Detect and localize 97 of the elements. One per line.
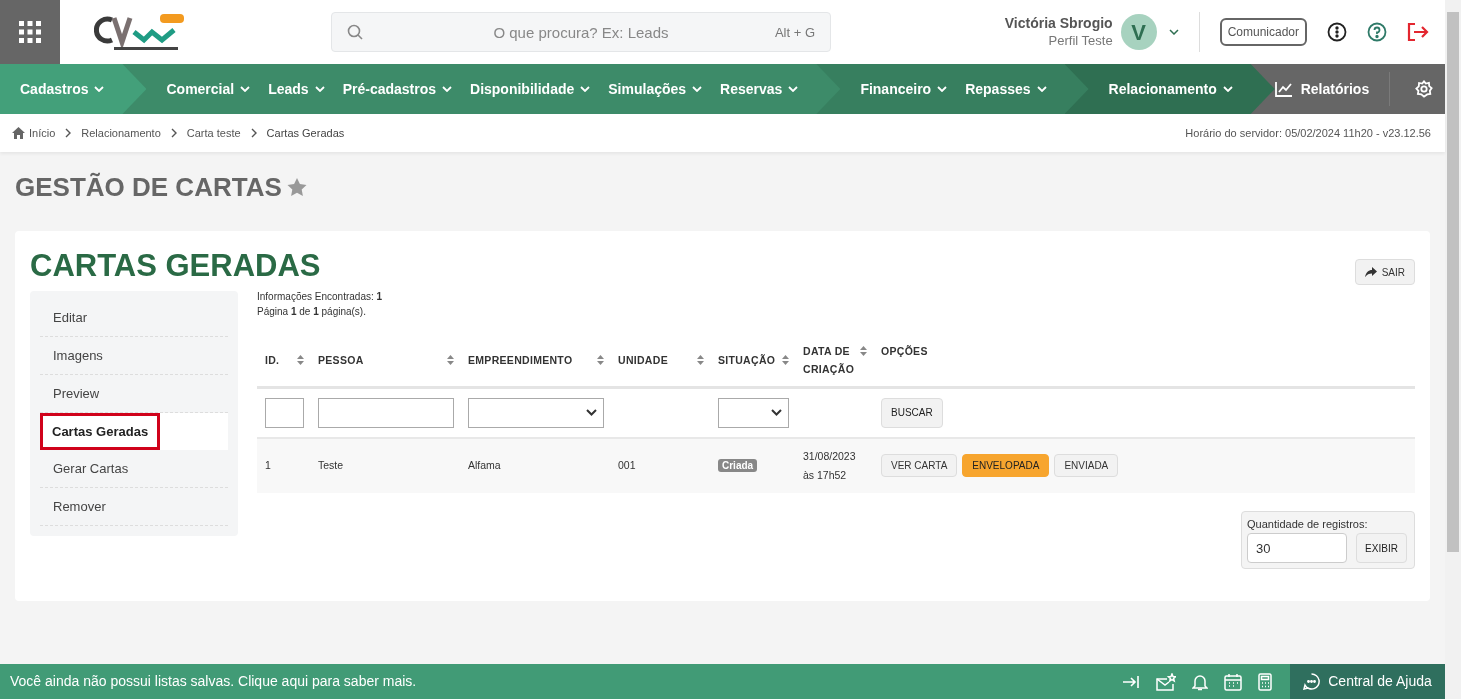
chat-bubble-icon [1303,673,1321,690]
column-header: EMPREENDIMENTO [468,353,573,369]
chevron-down-icon [442,86,453,92]
table-cell: 001 [618,459,636,472]
reports-link[interactable]: Relatórios [1274,78,1390,100]
menu-item[interactable]: Relacionamento [1108,78,1233,100]
apps-menu-button[interactable] [0,0,60,64]
sort-icon[interactable] [597,355,604,366]
chevron-down-icon [1222,86,1233,92]
sort-icon[interactable] [860,346,867,357]
records-input[interactable]: 30 [1247,533,1347,563]
chevron-down-icon [788,86,799,92]
calculator-icon[interactable] [1258,672,1272,691]
breadcrumb-link[interactable]: Carta teste [186,124,241,142]
favorite-star-icon[interactable] [286,178,307,197]
communicator-button[interactable]: Comunicador [1219,18,1307,46]
action-button[interactable]: ENVELOPADA [962,454,1050,477]
breadcrumb-link[interactable]: Cartas Geradas [266,124,345,142]
column-header: OPÇÕES [881,344,928,360]
column-header: SITUAÇÃO [718,353,776,369]
table-cell-text: 31/08/2023 [803,448,857,464]
page-title: GESTÃO DE CARTAS [15,171,282,204]
envelope-star-icon[interactable] [1156,672,1176,691]
chevron-right-icon [170,128,177,138]
menu-item[interactable]: Comercial [166,78,251,100]
arrow-to-line-icon[interactable] [1122,674,1140,689]
menu-item[interactable]: Simulações [608,78,703,100]
user-avatar[interactable]: V [1120,14,1157,50]
server-time: Horário do servidor: 05/02/2024 11h20 - v23.12.56 [1185,125,1432,141]
filter-select[interactable] [468,397,604,428]
chevron-down-icon [586,409,597,416]
results-summary: Página 1 de 1 página(s). [257,305,367,319]
calendar-icon[interactable] [1224,672,1242,691]
column-header: ID. [265,353,280,369]
chevron-down-icon [240,86,251,92]
chevron-down-icon [1036,86,1047,92]
side-menu-item[interactable]: Preview [53,383,100,404]
menu-item[interactable]: Disponibilidade [470,78,591,100]
home-icon [12,127,25,139]
breadcrumb-link[interactable]: Relacionamento [81,124,161,142]
logout-icon[interactable] [1407,22,1429,42]
search-button[interactable]: BUSCAR [881,397,943,428]
filter-input[interactable] [265,397,304,428]
chevron-down-icon [771,409,782,416]
sort-icon[interactable] [782,355,789,366]
column-header: PESSOA [318,353,364,369]
chevron-down-icon[interactable] [1168,29,1179,35]
action-button[interactable]: ENVIADA [1054,454,1119,477]
card-title: CARTAS GERADAS [30,250,321,281]
line-chart-icon [1274,81,1293,97]
menu-item[interactable]: Leads [268,78,325,100]
grid-icon [19,21,41,43]
menu-item[interactable]: Pré-cadastros [342,78,453,100]
user-profile: Perfil Teste [1048,32,1113,49]
exit-button[interactable]: SAIR [1354,259,1415,285]
side-menu-item[interactable]: Gerar Cartas [53,458,129,479]
side-menu-item[interactable]: Imagens [53,345,103,366]
chevron-down-icon [692,86,703,92]
results-summary: Informações Encontradas: 1 [257,290,384,304]
chevron-down-icon [94,86,105,92]
filter-input[interactable] [318,397,454,428]
side-menu-item[interactable]: Cartas Geradas [40,413,161,450]
action-button[interactable]: VER CARTA [881,454,958,477]
menu-item[interactable]: Repasses [965,78,1047,100]
column-header: UNIDADE [618,353,668,369]
chevron-down-icon [314,86,325,92]
menu-item[interactable]: Financeiro [860,78,948,100]
column-header: DATA DE CRIAÇÃO [803,344,856,378]
help-icon[interactable] [1367,22,1387,42]
menu-item[interactable]: Reservas [720,78,799,100]
side-menu-item[interactable]: Editar [53,307,87,328]
sort-icon[interactable] [297,355,304,366]
status-badge: Criada [718,459,758,473]
help-center-button[interactable]: Central de Ajuda [1290,664,1445,699]
table-cell: 1 [265,459,271,472]
chevron-down-icon [937,86,948,92]
table-cell-text: às 17h52 [803,467,848,483]
search-icon [347,24,363,40]
records-label: Quantidade de registros: [1247,516,1369,532]
sort-icon[interactable] [447,355,454,366]
more-options-icon[interactable] [1327,22,1347,42]
filter-select[interactable] [718,397,789,428]
bell-icon[interactable] [1192,672,1208,691]
show-button[interactable]: EXIBIR [1356,533,1407,563]
table-cell: Alfama [468,459,501,472]
sort-icon[interactable] [697,355,704,366]
share-arrow-icon [1364,267,1377,277]
settings-icon[interactable] [1415,80,1434,98]
side-menu-item[interactable]: Remover [53,496,106,517]
scrollbar-thumb[interactable] [1447,12,1459,552]
table-cell: Teste [318,459,344,472]
chevron-right-icon [250,128,257,138]
chevron-right-icon [65,128,72,138]
user-name: Victória Sbrogio [1004,15,1113,33]
shortcut-hint: Alt + G [774,24,815,42]
breadcrumb-link[interactable]: Início [29,124,56,142]
chevron-down-icon [580,86,591,92]
